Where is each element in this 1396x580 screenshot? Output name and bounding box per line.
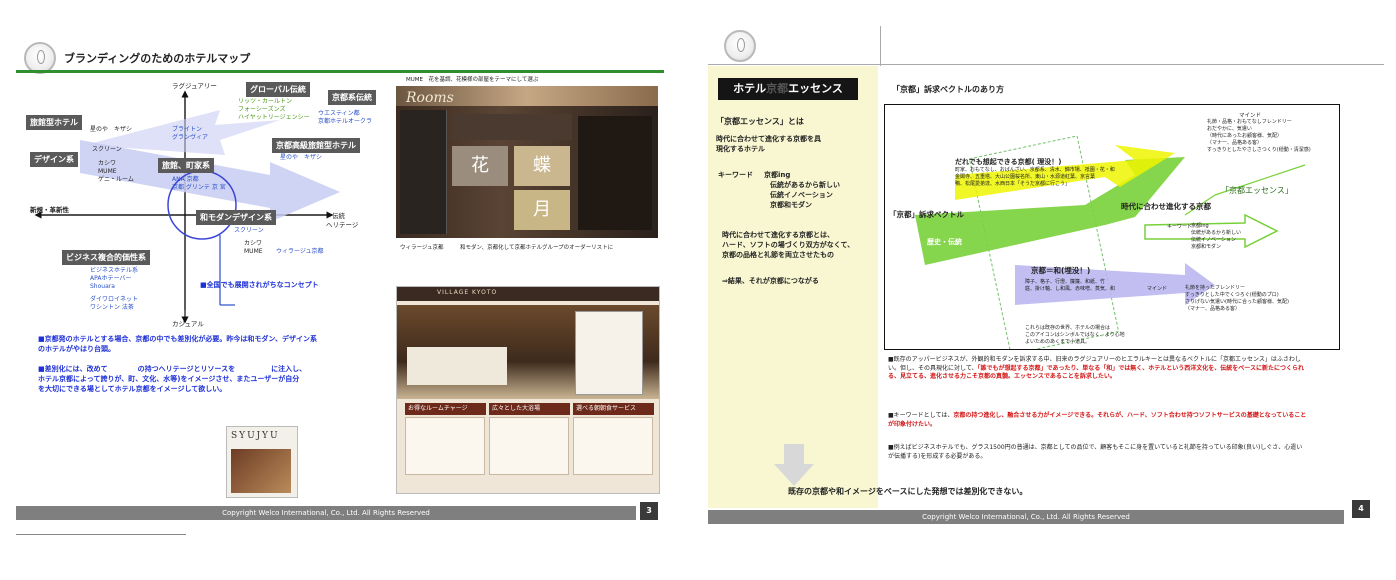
- evolve-label: 時代に合わせ進化する京都: [1121, 202, 1211, 211]
- bullet-2: ■キーワードとしては、京都の持つ進化し、融合させる力がイメージできる。それらが、…: [888, 412, 1307, 428]
- paragraph-2: ■差別化には、改めて の持つヘリテージとリソースを に注入し、 ホテル京都によって誇…: [38, 365, 307, 393]
- hotel-photo-village-kyoto: VILLAGE KYOTO お得なルームチャージ 広々とした大浴場 選べる朝朝食…: [396, 286, 660, 494]
- purple-title: 京都＝和(埋没！): [1031, 266, 1091, 275]
- photo1-caption: MUME 花を基調、花模様の部屋をテーマにして選ぶ: [406, 77, 539, 83]
- hotel-wamodern-0: スクリーン: [234, 227, 264, 234]
- vector-label: 「京都」訴求ベクトル: [889, 210, 964, 219]
- slide4-subtitle: 「京都」訴求ベクトルのあり方: [892, 85, 1004, 94]
- photo2-card-0: お得なルームチャージ: [405, 403, 486, 415]
- hotel-business-2: Shouara: [90, 283, 115, 290]
- left-keyword-list: 京都ing 伝統があるから新しい 伝統イノベーション 京都和モダン: [764, 171, 840, 209]
- slide-title: ブランディングのためのホテルマップ: [64, 52, 251, 65]
- mind2-list: 礼節を持ったフレンドリー すっきりとした中でくつろぐ(穏動のプロ) さりげない気遣い…: [1185, 285, 1289, 312]
- hotel-photo-mume: Rooms 花 蝶 月: [396, 86, 658, 238]
- hotel-kyoto-0: ウエスティン都: [318, 110, 360, 117]
- category-business: ビジネス複合的価性系: [62, 250, 150, 265]
- category-ryokan: 旅館型ホテル: [26, 115, 82, 130]
- hotel-global-2: ハイヤットリージェンシー: [238, 114, 310, 121]
- slide-4: ホテル京都エッセンス 「京都エッセンス」とは 時代に合わせて進化する京都を具 現化…: [708, 20, 1384, 530]
- left-panel: [708, 66, 878, 508]
- category-kyoto: 京都系伝統: [328, 90, 376, 105]
- bottom-rule: [16, 534, 186, 535]
- bullet-3: ■例えばビジネスホテルでも、グラス1500円の普通は、京都としての品位で、顧客も…: [888, 444, 1303, 460]
- kw-label: キーワード: [1167, 224, 1193, 230]
- essence-title-box: ホテル京都エッセンス: [718, 78, 858, 100]
- header-divider: [880, 26, 881, 66]
- purple-desc: 障子、格子、行燈、簾簾、和紙、竹 庭、掛け軸、し和風、赤味噌、蒸気、和: [1025, 279, 1116, 292]
- hotel-design-list-3: ゲニ・ルーム: [98, 176, 134, 183]
- photo2-brand: VILLAGE KYOTO: [437, 289, 498, 296]
- slide-3: ブランディングのためのホテルマップ ラグジュアリー カジュアル 新規・革新性 伝…: [10, 20, 666, 535]
- company-logo-icon: [724, 30, 756, 62]
- axis-bottom-label: カジュアル: [172, 320, 204, 328]
- hotel-photo-syujyu: SYUJYU: [226, 426, 298, 498]
- yellow-title: だれでも想起できる京都( 理没！): [955, 158, 1062, 166]
- photo1-subcaption: ウィラージュ京都 和モダン、京都化して京都ホテルグループのオーダーリストに: [400, 245, 614, 251]
- hotel-global-1: フォーシーズンズ: [238, 106, 286, 113]
- hotel-kyoto-1: 京都ホテルオークラ: [318, 118, 373, 125]
- axis-right-label-1: 伝統: [332, 212, 345, 220]
- slide4-page-number: 4: [1352, 500, 1370, 518]
- category-kyoto-luxury: 京都高級旅館型ホテル: [272, 138, 360, 153]
- hotel-ryokan-0: 星のや キザシ: [90, 126, 133, 133]
- hotel-business-1: APAホテーバー: [90, 275, 132, 282]
- vector-diagram: 「京都」訴求ベクトル だれでも想起できる京都( 理没！) 町家、おもてなし、おば…: [884, 104, 1340, 350]
- left-definition: 時代に合わせて進化する京都を具 現化するホテル: [716, 135, 821, 153]
- category-global: グローバル伝統: [246, 82, 310, 97]
- green-arrow-label: 歴史・伝統: [927, 238, 962, 246]
- mind-label: マインド: [1239, 113, 1262, 119]
- photo2-card-2: 選べる朝朝食サービス: [573, 403, 654, 415]
- mind-list: 礼節・品格・おもてなしフレンドリー おだやかに、気遣い （時代にあったお顧客様、気配…: [1207, 119, 1311, 153]
- down-arrow-icon: [774, 444, 814, 486]
- slide4-footer: Copyright Welco International, Co., Ltd.…: [708, 510, 1344, 524]
- axis-right-label-2: ヘリテージ: [326, 221, 359, 229]
- hotel-design-list-1: カシワ: [98, 160, 117, 167]
- hotel-wamodern-3: ウィラージュ京都: [276, 248, 324, 255]
- title-underline: [16, 70, 664, 73]
- kw-list: 京都ing 伝統があるから新しい 伝統イノベーション 京都和モダン: [1191, 223, 1242, 250]
- hotel-global-0: リッツ・カールトン: [238, 98, 293, 105]
- header-rule: [708, 64, 1384, 65]
- left-keyword-label: キーワード: [718, 171, 753, 179]
- category-ryokan-design: 旅館、町家系: [158, 158, 214, 173]
- slide3-page-number: 3: [640, 502, 658, 520]
- blue-note: ■全国でも展開されがちなコンセプト: [200, 281, 319, 289]
- hotel-wamodern-2: MUME: [244, 248, 263, 255]
- hotel-design-1: グランヴィア: [172, 134, 209, 141]
- hotel-design-list-2: MUME: [98, 168, 117, 175]
- hotel-business-0: ビジネスホテル系: [90, 267, 139, 274]
- bullet-1: ■既存のアッパービジネスが、外観的和モダンを訴求する中、旧来のラグジュアリーのヒ…: [888, 356, 1304, 380]
- left-heading: 「京都エッセンス」とは: [716, 117, 804, 126]
- hotel-design-0: ブライトン: [172, 126, 203, 133]
- mind2-label: マインド: [1147, 286, 1168, 292]
- hotel-ryokan-design-1: 京都 グリンテ 京 宮: [172, 184, 226, 191]
- photo3-brand: SYUJYU: [231, 431, 280, 441]
- axis-top-label: ラグジュアリー: [172, 82, 217, 90]
- axis-left-label: 新規・革新性: [30, 206, 69, 214]
- hotel-kyoto-luxury-0: 星のや キザシ: [280, 154, 323, 161]
- hotel-business-4: ワシントン 法茶: [90, 304, 134, 311]
- photo2-card-1: 広々とした大浴場: [489, 403, 570, 415]
- left-result: ⇒結果、それが京都につながる: [722, 277, 819, 285]
- category-wamodern: 和モダンデザイン系: [196, 210, 276, 225]
- photo1-kanji-1: 蝶: [514, 146, 570, 186]
- photo1-kanji-2: 月: [514, 190, 570, 230]
- yellow-desc: 町家、おもてなし、おばんざい、京都系、清水、錦市場、祇園・花・和 金閣寺、五重塔、…: [955, 167, 1115, 187]
- purple-note: これらは既存の世界、ホテルの場合は このアイコンはシンボルではなく、より心地 よいた…: [1025, 325, 1125, 345]
- bottom-statement: 既存の京都や和イメージをベースにした発想では差別化できない。: [788, 487, 1028, 496]
- category-design: デザイン系: [30, 152, 78, 167]
- hotel-wamodern-1: カシワ: [244, 240, 263, 247]
- slide3-footer: Copyright Welco International, Co., Ltd.…: [16, 506, 636, 520]
- essence-label: 「京都エッセンス」: [1221, 186, 1293, 195]
- hotel-ryokan-design-0: ANA 京都: [172, 176, 199, 183]
- hotel-business-3: ダイワロイネット: [90, 296, 139, 303]
- left-paragraph: 時代に合わせて進化する京都とは、 ハード、ソフトの場づくり双方がなくて、 京都の品格…: [722, 231, 855, 259]
- photo1-kanji-0: 花: [452, 146, 508, 186]
- photo1-rooms-title: Rooms: [406, 90, 454, 106]
- paragraph-1: ■京都発のホテルとする場合、京都の中でも差別化が必要。昨今は和モダン、デザイン系…: [38, 335, 317, 353]
- hotel-design-list-0: スクリーン: [92, 146, 122, 153]
